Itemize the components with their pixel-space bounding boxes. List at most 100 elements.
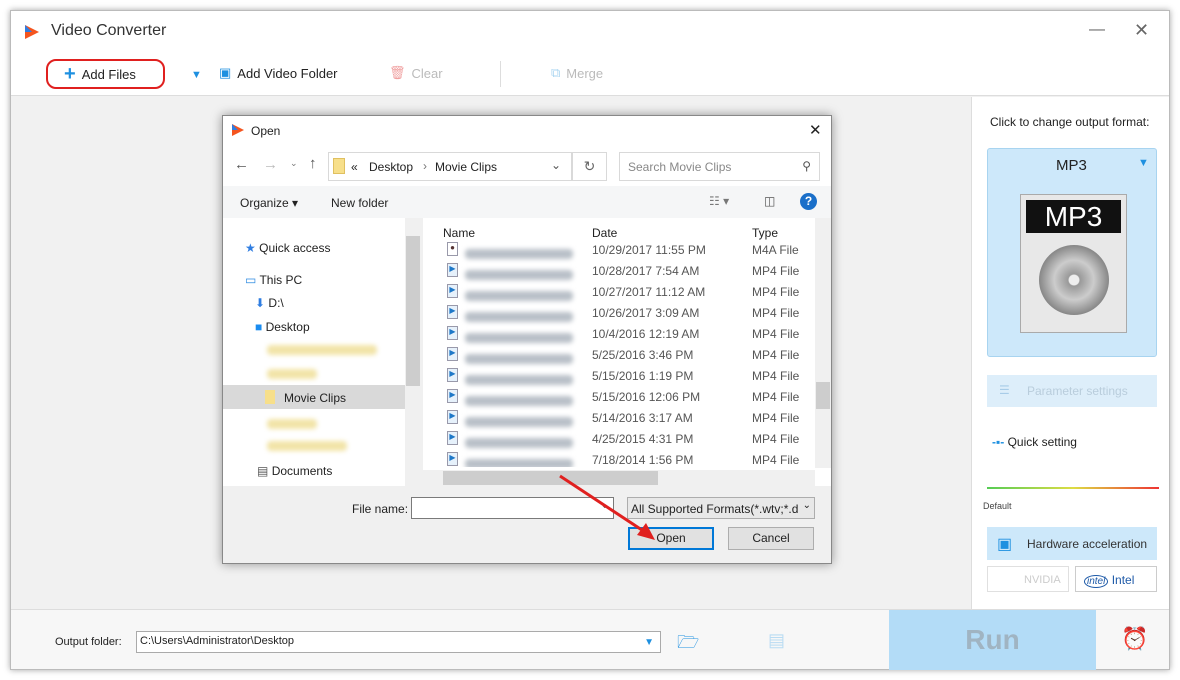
- chevron-down-icon[interactable]: ⌄: [551, 158, 561, 172]
- filter-label: All Supported Formats(*.wtv;*.d: [631, 502, 799, 516]
- output-folder-input[interactable]: C:\Users\Administrator\Desktop ▼: [136, 631, 661, 653]
- file-row[interactable]: ● 10/29/2017 11:55 PM M4A File: [423, 239, 815, 260]
- file-row[interactable]: ▶ 7/18/2014 1:56 PM MP4 File: [423, 449, 815, 467]
- output-format-hint: Click to change output format:: [990, 115, 1150, 129]
- nav-folder-blurred[interactable]: [267, 368, 317, 382]
- close-button[interactable]: ✕: [1134, 20, 1149, 41]
- nav-label: D:\: [268, 296, 284, 310]
- hardware-acceleration-button[interactable]: ▣ Hardware acceleration: [987, 527, 1157, 560]
- search-icon: ⚲: [802, 159, 811, 173]
- breadcrumb-overflow[interactable]: «: [351, 160, 358, 174]
- chevron-down-icon[interactable]: ▼: [644, 637, 654, 648]
- nav-documents[interactable]: ▤ Documents: [257, 464, 332, 478]
- file-date: 7/18/2014 1:56 PM: [592, 453, 694, 467]
- breadcrumb-movie-clips[interactable]: Movie Clips: [435, 160, 497, 174]
- file-type: MP4 File: [752, 285, 800, 299]
- file-date: 10/4/2016 12:19 AM: [592, 327, 700, 341]
- add-files-button[interactable]: + Add Files: [46, 59, 165, 89]
- add-files-label: Add Files: [81, 66, 136, 82]
- download-icon: ⬇: [255, 296, 266, 310]
- quality-slider[interactable]: [987, 487, 1159, 489]
- chevron-down-icon: ⌄: [802, 500, 811, 511]
- nav-label: Movie Clips: [284, 391, 347, 405]
- file-date: 10/29/2017 11:55 PM: [592, 243, 706, 257]
- command-bar: Organize ▾ New folder ☷ ▾ ◫ ?: [223, 186, 831, 218]
- file-list-horizontal-scrollbar[interactable]: [423, 470, 815, 486]
- minimize-button[interactable]: —: [1089, 21, 1105, 39]
- nav-quick-access[interactable]: ★ Quick access: [245, 241, 330, 255]
- new-folder-button[interactable]: New folder: [331, 196, 388, 210]
- intel-option[interactable]: intel Intel: [1075, 566, 1157, 592]
- file-row[interactable]: ▶ 10/27/2017 11:12 AM MP4 File: [423, 281, 815, 302]
- organize-label: Organize: [240, 196, 289, 210]
- nav-movie-clips[interactable]: Movie Clips: [223, 385, 405, 409]
- file-type: MP4 File: [752, 348, 800, 362]
- cancel-button[interactable]: Cancel: [728, 527, 814, 550]
- file-row[interactable]: ▶ 4/25/2015 4:31 PM MP4 File: [423, 428, 815, 449]
- file-row[interactable]: ▶ 5/14/2016 3:17 AM MP4 File: [423, 407, 815, 428]
- refresh-button[interactable]: ↻: [572, 152, 607, 181]
- nav-scrollbar[interactable]: [405, 218, 421, 486]
- file-type: M4A File: [752, 243, 799, 257]
- video-folder-icon[interactable]: ▤: [768, 630, 785, 651]
- nav-desktop[interactable]: ■ Desktop: [255, 320, 310, 334]
- app-title: Video Converter: [51, 22, 167, 39]
- nav-label: This PC: [259, 273, 303, 287]
- dropdown-icon[interactable]: ▼: [191, 69, 202, 81]
- merge-icon: ⧉: [551, 65, 561, 80]
- file-row[interactable]: ▶ 5/15/2016 12:06 PM MP4 File: [423, 386, 815, 407]
- file-row[interactable]: ▶ 10/26/2017 3:09 AM MP4 File: [423, 302, 815, 323]
- view-options-icon[interactable]: ☷ ▾: [709, 194, 729, 208]
- trash-icon: 🗑: [389, 65, 406, 80]
- file-row[interactable]: ▶ 10/28/2017 7:54 AM MP4 File: [423, 260, 815, 281]
- file-type: MP4 File: [752, 264, 800, 278]
- open-folder-icon[interactable]: 🗁: [677, 630, 699, 660]
- back-arrow-icon[interactable]: ←: [234, 156, 249, 173]
- search-input[interactable]: Search Movie Clips ⚲: [619, 152, 820, 181]
- organize-menu[interactable]: Organize ▾: [240, 196, 298, 210]
- merge-button[interactable]: ⧉ Merge: [551, 65, 603, 81]
- nav-folder-blurred[interactable]: [267, 344, 377, 358]
- column-type[interactable]: Type: [752, 226, 778, 240]
- recent-dropdown-icon[interactable]: ⌄: [290, 158, 298, 169]
- file-row[interactable]: ▶ 5/15/2016 1:19 PM MP4 File: [423, 365, 815, 386]
- output-format-selector[interactable]: MP3 ▼ MP3: [987, 148, 1157, 357]
- nvidia-option[interactable]: NVIDIA: [987, 566, 1069, 592]
- add-video-folder-button[interactable]: ▣ Add Video Folder: [219, 65, 338, 81]
- run-button[interactable]: Run: [889, 610, 1096, 670]
- file-row[interactable]: ▶ 10/4/2016 12:19 AM MP4 File: [423, 323, 815, 344]
- folder-icon: [333, 158, 345, 174]
- open-button[interactable]: Open: [628, 527, 714, 550]
- column-date[interactable]: Date: [592, 226, 617, 240]
- file-name-input[interactable]: ⌄: [411, 497, 614, 519]
- video-file-icon: ▶: [447, 368, 458, 382]
- file-list-vertical-scrollbar[interactable]: [815, 218, 831, 468]
- dialog-close-button[interactable]: ✕: [809, 121, 822, 139]
- nav-folder-blurred[interactable]: [267, 418, 317, 432]
- open-dialog: Open ✕ ← → ⌄ ↑ « Desktop › Movie Clips ⌄…: [222, 115, 832, 564]
- clear-button[interactable]: 🗑 Clear: [389, 65, 443, 81]
- column-name[interactable]: Name: [443, 226, 475, 240]
- up-arrow-icon[interactable]: ↑: [309, 155, 317, 172]
- breadcrumb-desktop[interactable]: Desktop: [369, 160, 413, 174]
- alarm-clock-icon[interactable]: ⏰: [1121, 626, 1148, 652]
- help-icon[interactable]: ?: [800, 193, 817, 210]
- video-file-icon: ▶: [447, 347, 458, 361]
- title-bar: Video Converter — ✕: [11, 11, 1169, 53]
- video-file-icon: ▶: [447, 326, 458, 340]
- file-type: MP4 File: [752, 390, 800, 404]
- film-folder-icon: ▣: [219, 65, 232, 80]
- nav-d-drive[interactable]: ⬇ D:\: [255, 296, 284, 310]
- address-bar[interactable]: « Desktop › Movie Clips ⌄: [328, 152, 572, 181]
- plus-icon: +: [64, 63, 76, 85]
- file-type-filter[interactable]: All Supported Formats(*.wtv;*.d ⌄: [627, 497, 815, 519]
- file-row[interactable]: ▶ 5/25/2016 3:46 PM MP4 File: [423, 344, 815, 365]
- parameter-settings-button[interactable]: ☰ Parameter settings: [987, 375, 1157, 407]
- forward-arrow-icon[interactable]: →: [263, 156, 278, 173]
- chevron-down-icon[interactable]: ⌄: [601, 500, 609, 511]
- output-folder-label: Output folder:: [55, 636, 122, 648]
- nav-folder-blurred[interactable]: [267, 440, 347, 454]
- preview-pane-icon[interactable]: ◫: [764, 194, 775, 208]
- file-rows: ● 10/29/2017 11:55 PM M4A File ▶ 10/28/2017 …: [423, 239, 815, 467]
- nav-this-pc[interactable]: ▭ This PC: [245, 273, 302, 287]
